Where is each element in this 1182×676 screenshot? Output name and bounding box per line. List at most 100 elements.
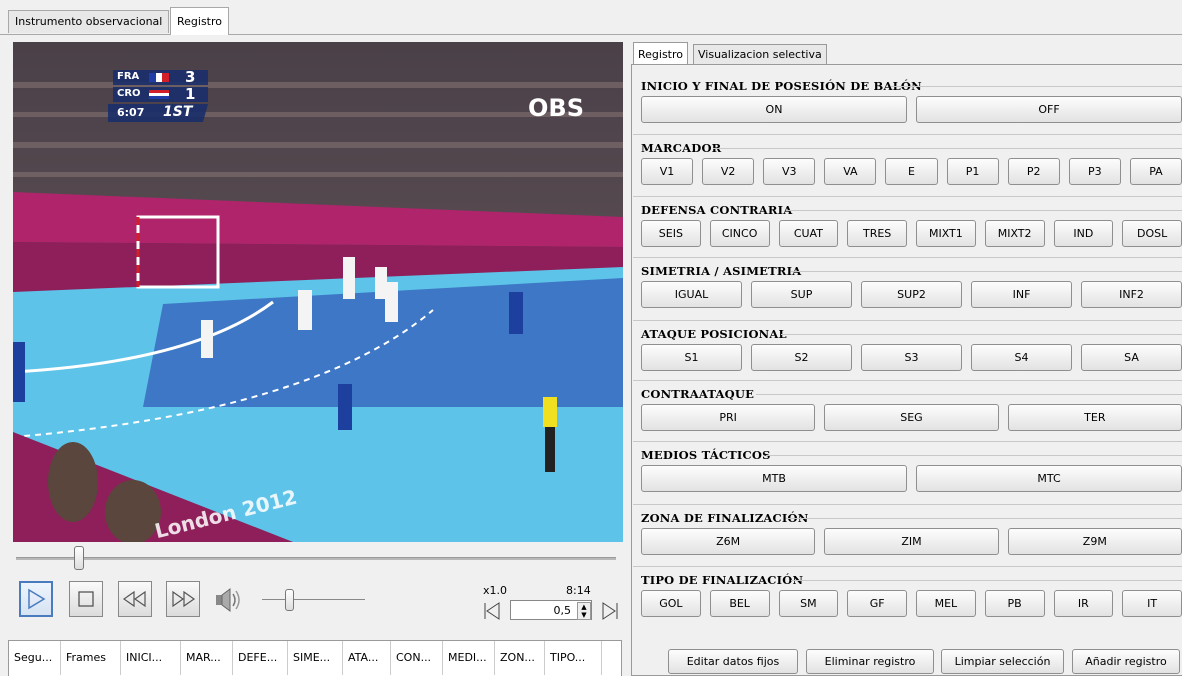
code-button[interactable]: P3 bbox=[1068, 158, 1121, 185]
play-button[interactable] bbox=[19, 581, 53, 617]
code-button[interactable]: GOL bbox=[641, 590, 701, 617]
button-row: MTB MTC bbox=[641, 465, 1182, 492]
edit-data-button[interactable]: Editar datos fijos bbox=[668, 649, 798, 674]
section-3: SIMETRIA / ASIMETRIA IGUAL SUP SUP2 INF INF2 bbox=[641, 263, 1182, 308]
tab-panel-registro[interactable]: Registro bbox=[633, 42, 689, 66]
code-button[interactable]: V3 bbox=[763, 158, 816, 185]
seek-bar[interactable] bbox=[16, 557, 616, 560]
volume-button[interactable] bbox=[214, 587, 242, 616]
code-button[interactable]: S4 bbox=[971, 344, 1072, 371]
code-button[interactable]: S3 bbox=[861, 344, 962, 371]
code-button[interactable]: ZIM bbox=[824, 528, 999, 555]
code-button[interactable]: SUP bbox=[751, 281, 852, 308]
volume-slider[interactable] bbox=[262, 599, 365, 600]
code-button[interactable]: E bbox=[885, 158, 938, 185]
code-button[interactable]: IND bbox=[1053, 220, 1114, 247]
table-column-header[interactable]: INICI... bbox=[121, 641, 181, 675]
code-button[interactable]: Z6M bbox=[641, 528, 816, 555]
stop-button[interactable] bbox=[69, 581, 103, 617]
volume-handle[interactable] bbox=[285, 589, 294, 611]
table-column-header[interactable]: DEFE... bbox=[233, 641, 288, 675]
scoreboard-period: 1ST bbox=[163, 104, 193, 120]
frame-step-control: 0,5 ▲ ▼ bbox=[483, 600, 623, 622]
code-button[interactable]: SA bbox=[1081, 344, 1182, 371]
section-7: ZONA DE FINALIZACIÓN Z6M ZIM Z9M bbox=[641, 510, 1182, 555]
section-divider bbox=[633, 196, 1182, 197]
main-tabbar: Instrumento observacional Registro bbox=[0, 0, 1182, 35]
code-button[interactable]: INF2 bbox=[1081, 281, 1182, 308]
section-rule bbox=[791, 271, 1182, 272]
table-column-header[interactable]: MEDI... bbox=[443, 641, 495, 675]
code-button[interactable]: MEL bbox=[916, 590, 976, 617]
code-button[interactable]: IGUAL bbox=[641, 281, 742, 308]
code-button[interactable]: GF bbox=[847, 590, 907, 617]
table-column-header[interactable]: TIPO... bbox=[545, 641, 602, 675]
code-button[interactable]: P1 bbox=[946, 158, 999, 185]
button-row: SEIS CINCO CUAT TRES MIXT1 MIXT2 IND DOSL bbox=[641, 220, 1182, 247]
forward-button[interactable] bbox=[166, 581, 200, 617]
clear-selection-button[interactable]: Limpiar selección bbox=[941, 649, 1064, 674]
section-rule bbox=[891, 86, 1182, 87]
code-button[interactable]: TER bbox=[1007, 404, 1182, 431]
stop-icon bbox=[78, 591, 94, 607]
section-rule bbox=[791, 580, 1182, 581]
rewind-button[interactable] bbox=[118, 581, 152, 617]
table-column-header[interactable]: SIME... bbox=[288, 641, 343, 675]
code-button[interactable]: VA bbox=[824, 158, 877, 185]
code-button[interactable]: V2 bbox=[702, 158, 755, 185]
table-column-header[interactable]: CON... bbox=[391, 641, 443, 675]
code-button[interactable]: INF bbox=[971, 281, 1072, 308]
code-button[interactable]: BEL bbox=[709, 590, 770, 617]
code-button[interactable]: CUAT bbox=[778, 220, 839, 247]
video-frame[interactable]: FRA 3 CRO 1 6:07 1ST OBS London 2012 bbox=[13, 42, 623, 542]
code-button[interactable]: PB bbox=[984, 590, 1045, 617]
code-button[interactable]: OFF bbox=[916, 96, 1182, 123]
tab-registro[interactable]: Registro bbox=[170, 7, 230, 35]
code-button[interactable]: Z9M bbox=[1007, 528, 1182, 555]
section-divider bbox=[633, 441, 1182, 442]
code-button[interactable]: S2 bbox=[751, 344, 852, 371]
section-rule bbox=[713, 148, 1182, 149]
table-column-header[interactable]: MAR... bbox=[181, 641, 233, 675]
code-button[interactable]: P2 bbox=[1007, 158, 1060, 185]
code-button[interactable]: V1 bbox=[641, 158, 694, 185]
code-button[interactable]: MTB bbox=[641, 465, 907, 492]
section-divider bbox=[633, 504, 1182, 505]
broadcaster-logo: OBS bbox=[528, 94, 584, 122]
table-column-header[interactable]: ZON... bbox=[495, 641, 545, 675]
add-record-button[interactable]: Añadir registro bbox=[1072, 649, 1180, 674]
code-button[interactable]: MIXT2 bbox=[984, 220, 1045, 247]
code-button[interactable]: PA bbox=[1129, 158, 1182, 185]
button-row: GOL BEL SM GF MEL PB IR IT bbox=[641, 590, 1182, 617]
code-button[interactable]: TRES bbox=[847, 220, 907, 247]
code-button[interactable]: SUP2 bbox=[861, 281, 962, 308]
button-row: Z6M ZIM Z9M bbox=[641, 528, 1182, 555]
table-column-header[interactable]: Frames bbox=[61, 641, 121, 675]
code-button[interactable]: MIXT1 bbox=[916, 220, 976, 247]
code-button[interactable]: SEG bbox=[824, 404, 999, 431]
section-divider bbox=[633, 380, 1182, 381]
section-divider bbox=[633, 134, 1182, 135]
scoreboard-score1: 3 bbox=[185, 68, 196, 86]
code-button[interactable]: DOSL bbox=[1122, 220, 1182, 247]
seek-handle[interactable] bbox=[74, 546, 84, 570]
tab-visualizacion[interactable]: Visualizacion selectiva bbox=[693, 44, 827, 65]
playback-time: 8:14 bbox=[566, 584, 591, 597]
skip-forward-icon[interactable] bbox=[601, 600, 619, 622]
code-button[interactable]: PRI bbox=[641, 404, 816, 431]
code-button[interactable]: S1 bbox=[641, 344, 742, 371]
code-button[interactable]: CINCO bbox=[709, 220, 770, 247]
code-button[interactable]: SM bbox=[778, 590, 839, 617]
tab-instrumento[interactable]: Instrumento observacional bbox=[8, 10, 170, 33]
table-column-header[interactable]: ATA... bbox=[343, 641, 391, 675]
code-button[interactable]: IR bbox=[1053, 590, 1114, 617]
delete-record-button[interactable]: Eliminar registro bbox=[806, 649, 934, 674]
code-button[interactable]: IT bbox=[1122, 590, 1182, 617]
spin-arrows-icon[interactable]: ▲ ▼ bbox=[577, 602, 591, 620]
skip-back-icon[interactable] bbox=[483, 600, 501, 622]
code-button[interactable]: ON bbox=[641, 96, 907, 123]
section-8: TIPO DE FINALIZACIÓN GOL BEL SM GF MEL PB IR IT bbox=[641, 572, 1182, 617]
code-button[interactable]: MTC bbox=[916, 465, 1182, 492]
code-button[interactable]: SEIS bbox=[641, 220, 701, 247]
table-column-header[interactable]: Segu... bbox=[9, 641, 61, 675]
